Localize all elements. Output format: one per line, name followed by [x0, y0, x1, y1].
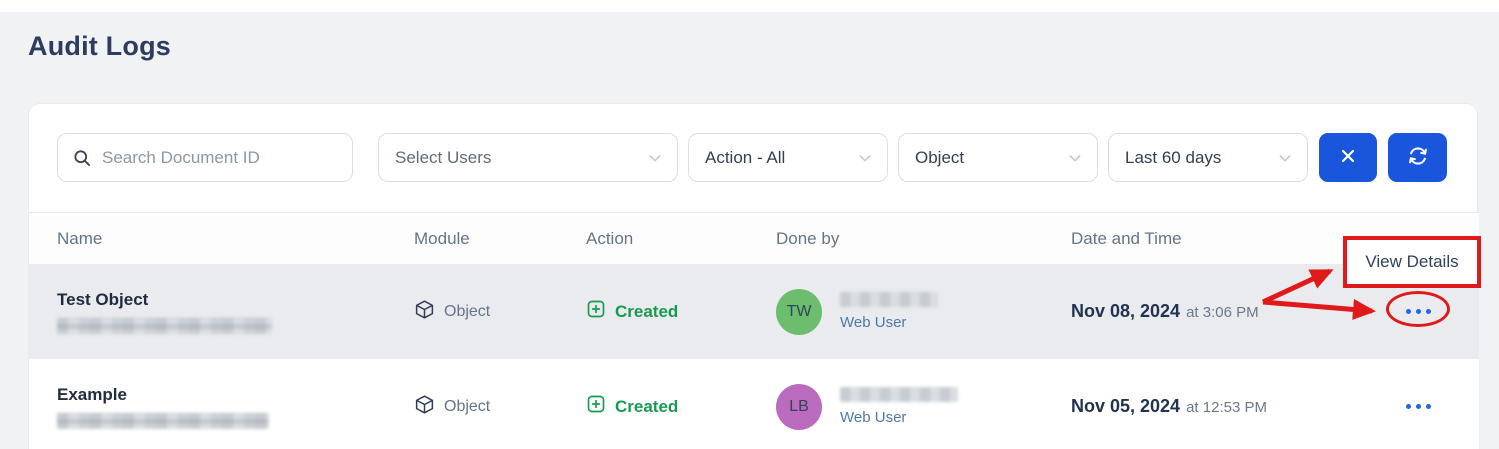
- filter-bar: Select Users Action - All Object Last 60…: [29, 104, 1477, 212]
- redacted-user-name: [840, 292, 938, 307]
- time-text: at 12:53 PM: [1186, 399, 1267, 416]
- search-input[interactable]: [102, 148, 338, 168]
- refresh-icon: [1407, 145, 1429, 170]
- module-dropdown-label: Object: [915, 148, 964, 168]
- column-header-done-by: Done by: [776, 229, 1071, 249]
- column-header-module: Module: [414, 229, 586, 249]
- name-cell: Example: [29, 385, 414, 429]
- cube-icon: [414, 394, 435, 420]
- user-role: Web User: [840, 409, 958, 426]
- cube-icon: [414, 299, 435, 325]
- date-time-cell: Nov 08, 2024 at 3:06 PM: [1071, 301, 1391, 322]
- table-header: Name Module Action Done by Date and Time: [29, 212, 1479, 264]
- ellipsis-icon: [1406, 309, 1411, 314]
- search-box[interactable]: [57, 133, 353, 182]
- module-cell: Object: [414, 394, 586, 420]
- clear-filters-button[interactable]: [1319, 133, 1377, 182]
- page-title: Audit Logs: [28, 31, 171, 62]
- module-dropdown[interactable]: Object: [898, 133, 1098, 182]
- top-band: [0, 0, 1499, 12]
- refresh-button[interactable]: [1388, 133, 1447, 182]
- redacted-user-name: [840, 387, 958, 402]
- date-text: Nov 05, 2024: [1071, 396, 1180, 416]
- module-label: Object: [444, 303, 490, 321]
- name-cell: Test Object: [29, 290, 414, 334]
- more-actions-button[interactable]: [1402, 301, 1435, 322]
- done-by-cell: TW Web User: [776, 289, 1071, 335]
- done-by-cell: LB Web User: [776, 384, 1071, 430]
- avatar: TW: [776, 289, 822, 335]
- users-dropdown[interactable]: Select Users: [378, 133, 678, 182]
- ellipsis-icon: [1406, 404, 1411, 409]
- module-cell: Object: [414, 299, 586, 325]
- more-actions-button[interactable]: [1402, 396, 1435, 417]
- chevron-down-icon: [857, 150, 873, 166]
- users-dropdown-label: Select Users: [395, 148, 491, 168]
- chevron-down-icon: [1277, 150, 1293, 166]
- action-label: Created: [615, 397, 678, 417]
- column-header-action: Action: [586, 229, 776, 249]
- user-role: Web User: [840, 314, 938, 331]
- document-name: Test Object: [57, 290, 414, 310]
- chevron-down-icon: [647, 150, 663, 166]
- table-row[interactable]: Example Object Created LB: [29, 359, 1479, 449]
- avatar: LB: [776, 384, 822, 430]
- column-header-name: Name: [29, 229, 414, 249]
- search-icon: [72, 148, 92, 168]
- table-row[interactable]: Test Object Object Created TW: [29, 264, 1479, 359]
- chevron-down-icon: [1067, 150, 1083, 166]
- audit-logs-card: Select Users Action - All Object Last 60…: [28, 103, 1478, 449]
- action-dropdown[interactable]: Action - All: [688, 133, 888, 182]
- action-cell: Created: [586, 299, 776, 324]
- plus-square-icon: [586, 394, 606, 419]
- action-cell: Created: [586, 394, 776, 419]
- date-text: Nov 08, 2024: [1071, 301, 1180, 321]
- module-label: Object: [444, 398, 490, 416]
- action-label: Created: [615, 302, 678, 322]
- time-text: at 3:06 PM: [1186, 304, 1259, 321]
- redacted-document-id: [57, 413, 269, 429]
- date-range-dropdown-label: Last 60 days: [1125, 148, 1221, 168]
- view-details-annotation[interactable]: View Details: [1343, 236, 1481, 288]
- redacted-document-id: [57, 318, 272, 334]
- x-mark-icon: [1338, 146, 1358, 169]
- action-dropdown-label: Action - All: [705, 148, 785, 168]
- date-range-dropdown[interactable]: Last 60 days: [1108, 133, 1308, 182]
- date-time-cell: Nov 05, 2024 at 12:53 PM: [1071, 396, 1391, 417]
- plus-square-icon: [586, 299, 606, 324]
- document-name: Example: [57, 385, 414, 405]
